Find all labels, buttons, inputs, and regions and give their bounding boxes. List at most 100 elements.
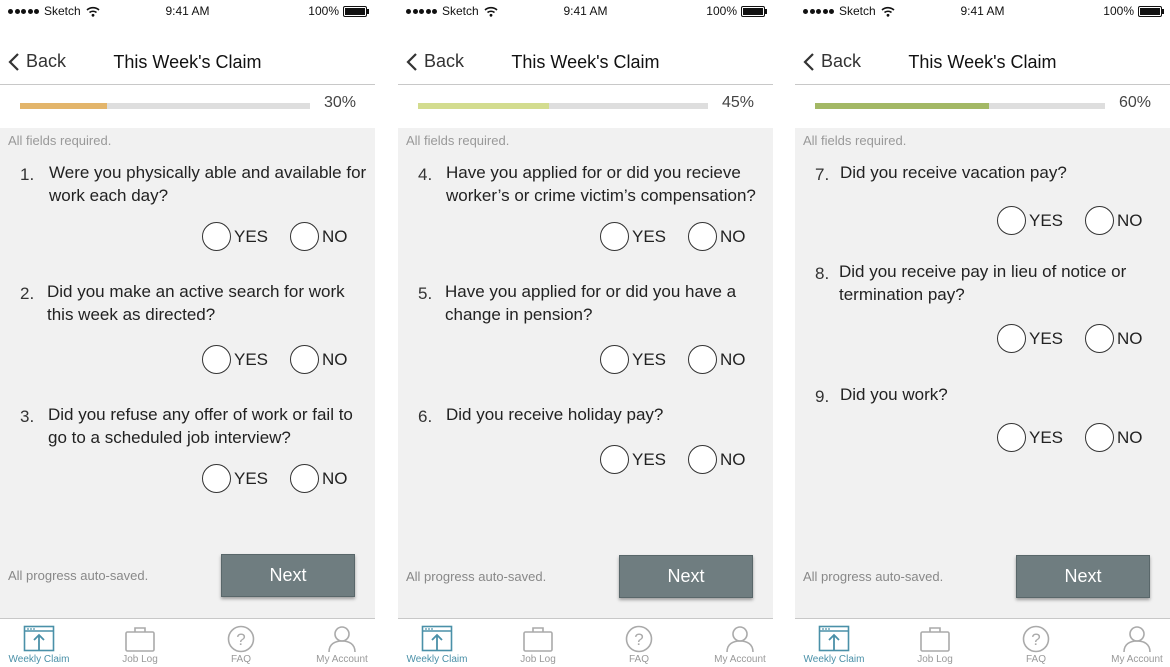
question-number: 1. [20,165,35,184]
radio-button[interactable] [202,345,231,374]
radio-button[interactable] [997,423,1026,452]
yes-no-options: YES NO [0,464,375,496]
tab-my-account[interactable]: My Account [695,619,773,667]
yes-option[interactable]: YES [600,345,666,374]
question-text: Did you receive pay in lieu of notice or… [839,262,1127,304]
yes-option[interactable]: YES [997,206,1063,235]
weekly-claim-icon [818,625,850,652]
no-option[interactable]: NO [688,345,746,374]
question-text: Did you receive vacation pay? [840,163,1067,182]
page-title: This Week's Claim [511,52,660,72]
tab-my-account[interactable]: My Account [1092,619,1170,667]
radio-button[interactable] [290,345,319,374]
next-button[interactable]: Next [1016,555,1150,598]
question-number: 9. [815,387,830,406]
question-list: All fields required. 7. Did you receive … [795,128,1170,618]
progress-section: 45% [398,85,773,128]
yes-option[interactable]: YES [202,222,268,251]
yes-no-options: YES NO [795,324,1170,356]
question-list: All fields required. 1. Were you physica… [0,128,375,618]
status-bar: Sketch 9:41 AM 100% [795,0,1170,22]
radio-button[interactable] [1085,423,1114,452]
tab-weekly-claim[interactable]: Weekly Claim [0,619,84,667]
radio-button[interactable] [688,445,717,474]
tab-weekly-claim[interactable]: Weekly Claim [795,619,879,667]
radio-button[interactable] [600,222,629,251]
radio-button[interactable] [688,345,717,374]
no-option[interactable]: NO [1085,324,1143,353]
no-option[interactable]: NO [688,222,746,251]
tab-faq[interactable]: ? FAQ [991,619,1081,667]
autosave-note: All progress auto-saved. [406,569,547,584]
yes-option[interactable]: YES [997,423,1063,452]
tab-job-log[interactable]: Job Log [493,619,583,667]
page-title: This Week's Claim [908,52,1057,72]
tab-job-log[interactable]: Job Log [890,619,980,667]
svg-text:?: ? [634,630,643,649]
autosave-note: All progress auto-saved. [803,569,944,584]
yes-option[interactable]: YES [202,345,268,374]
no-option[interactable]: NO [290,345,348,374]
progress-percent: 30% [323,94,356,111]
tab-faq[interactable]: ? FAQ [594,619,684,667]
tab-label: Weekly Claim [8,654,70,665]
radio-button[interactable] [688,222,717,251]
progress-percent: 60% [1118,94,1151,111]
nav-bar: Back This Week's Claim [0,38,375,84]
radio-button[interactable] [202,464,231,493]
battery-icon [1138,5,1164,17]
next-button[interactable]: Next [221,554,355,597]
question-number: 7. [815,165,830,184]
tab-weekly-claim[interactable]: Weekly Claim [398,619,482,667]
question-number: 4. [418,165,433,184]
no-option[interactable]: NO [1085,206,1143,235]
yes-option[interactable]: YES [997,324,1063,353]
yes-no-options: YES NO [795,423,1170,455]
status-bar: Sketch 9:41 AM 100% [398,0,773,22]
question-number: 2. [20,284,35,303]
radio-button[interactable] [997,324,1026,353]
tab-label: FAQ [230,654,251,665]
radio-button[interactable] [202,222,231,251]
tab-label: Weekly Claim [406,654,468,665]
yes-option[interactable]: YES [600,222,666,251]
radio-button[interactable] [600,445,629,474]
help-icon: ? [227,625,255,653]
svg-text:?: ? [236,630,245,649]
no-option[interactable]: NO [688,445,746,474]
tab-job-log[interactable]: Job Log [95,619,185,667]
question-text: Did you refuse any offer of work or fail… [48,405,353,447]
user-icon [1123,626,1151,653]
question-text: Did you receive holiday pay? [446,405,664,424]
tab-label: Weekly Claim [803,654,865,665]
radio-button[interactable] [1085,206,1114,235]
question-number: 3. [20,407,35,426]
radio-button[interactable] [290,222,319,251]
no-option[interactable]: NO [290,222,348,251]
radio-button[interactable] [1085,324,1114,353]
no-option[interactable]: NO [1085,423,1143,452]
battery-percent: 100% [706,4,737,18]
no-option[interactable]: NO [290,464,348,493]
yes-option[interactable]: YES [202,464,268,493]
tab-label: FAQ [628,654,649,665]
radio-button[interactable] [290,464,319,493]
tab-my-account[interactable]: My Account [297,619,375,667]
tab-bar: Weekly Claim Job Log ? FAQ My Account [0,618,375,667]
question-number: 5. [418,284,433,303]
next-button[interactable]: Next [619,555,753,598]
tab-label: My Account [714,654,766,665]
tab-label: Job Log [122,654,158,665]
claim-screen-2: Sketch 9:41 AM 100% Back This Week's Cla… [398,0,773,667]
yes-no-options: YES NO [398,445,773,477]
radio-button[interactable] [600,345,629,374]
tab-label: My Account [1111,654,1163,665]
status-bar: Sketch 9:41 AM 100% [0,0,375,22]
progress-bar [815,103,1105,109]
tab-label: My Account [316,654,368,665]
radio-button[interactable] [997,206,1026,235]
tab-faq[interactable]: ? FAQ [196,619,286,667]
tab-bar: Weekly Claim Job Log ? FAQ My Account [398,618,773,667]
briefcase-icon [125,627,155,652]
yes-option[interactable]: YES [600,445,666,474]
